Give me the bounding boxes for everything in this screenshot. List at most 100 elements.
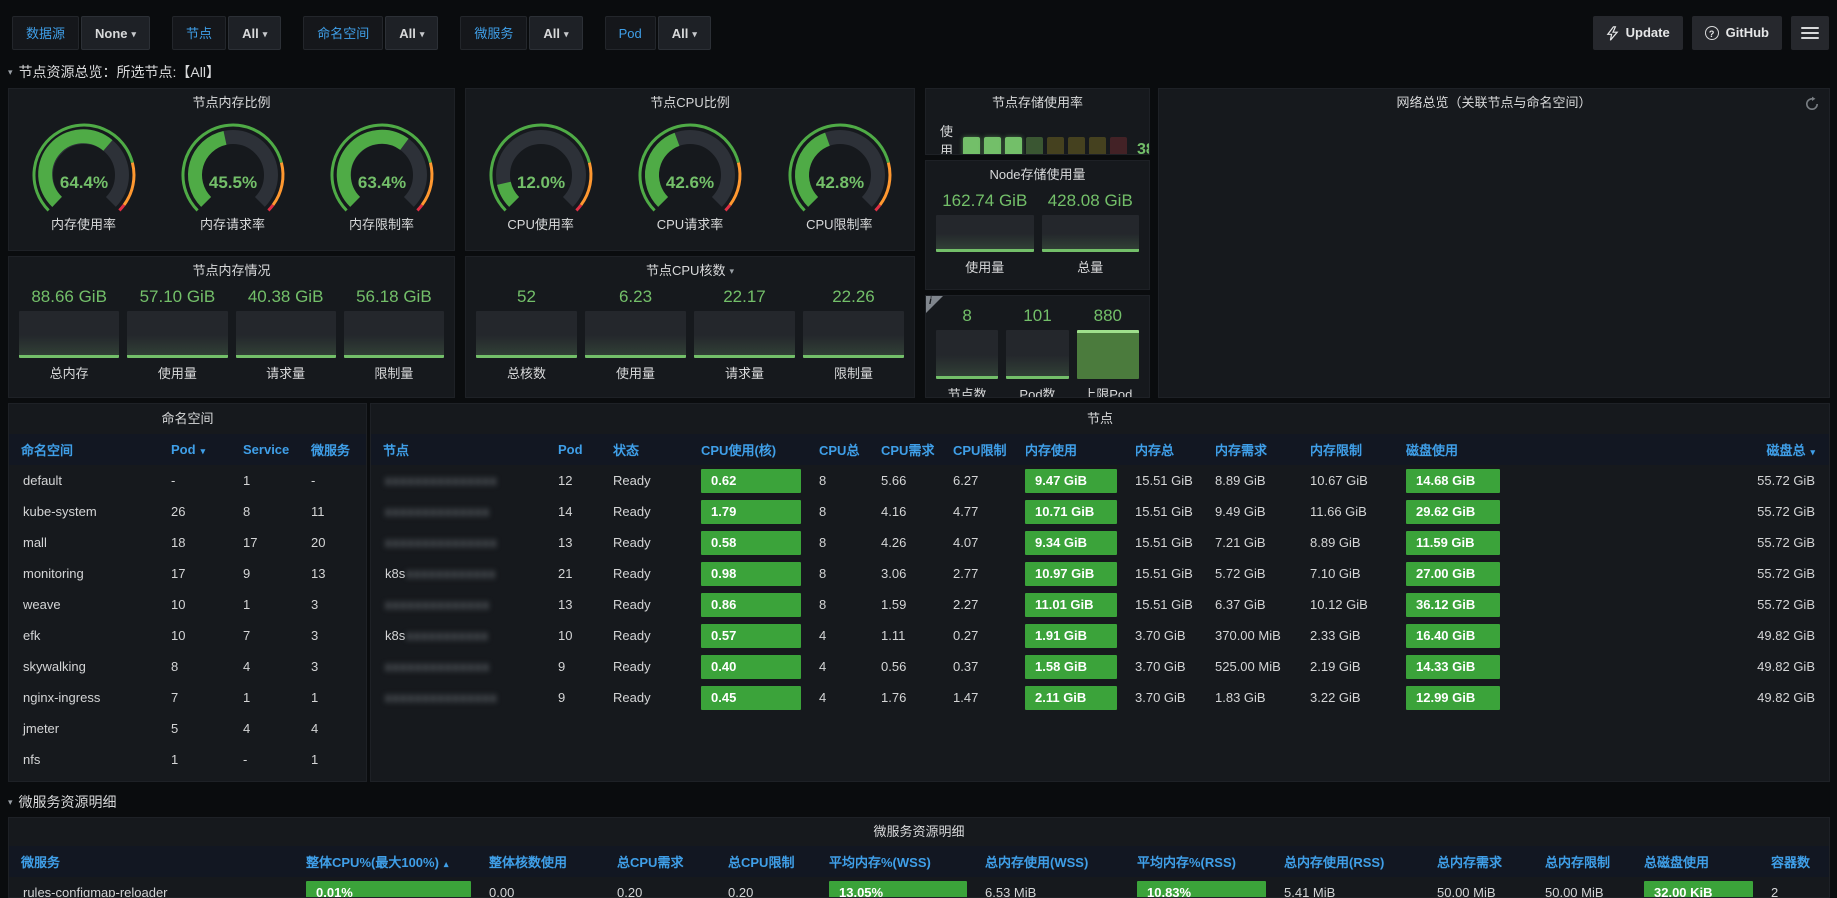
table-row: weave1013 xyxy=(9,589,366,620)
panel-node-table: 节点 节点Pod状态CPU使用(核)CPU总CPU需求CPU限制内存使用内存总内… xyxy=(370,403,1830,782)
filter-value-dropdown[interactable]: All▾ xyxy=(385,16,438,50)
section-node-overview[interactable]: ▾ 节点资源总览：所选节点:【All】 xyxy=(8,61,220,83)
column-header-label: 总内存使用(WSS) xyxy=(985,855,1088,870)
panel-title[interactable]: Node存储使用量 xyxy=(926,161,1149,189)
column-header[interactable]: 节点 xyxy=(371,434,546,465)
table-cell: 50.00 MiB xyxy=(1533,877,1632,898)
stat: 57.10 GiB使用量 xyxy=(127,287,227,382)
column-header[interactable]: 磁盘总▾ xyxy=(1506,434,1829,465)
column-header[interactable]: CPU总 xyxy=(807,434,869,465)
update-button[interactable]: Update xyxy=(1593,16,1683,50)
panel-title[interactable]: 节点CPU核数▾ xyxy=(466,257,914,285)
stat-bar xyxy=(19,311,119,358)
column-header[interactable]: Service xyxy=(231,434,299,465)
node-name-cell: xxxxxxxxxxxxxxx xyxy=(371,682,546,713)
table-cell: default xyxy=(9,465,159,496)
table-cell: 17 xyxy=(231,527,299,558)
node-name-blurred: xxxxxxxxxxxx xyxy=(406,566,496,581)
column-header[interactable]: CPU限制 xyxy=(941,434,1013,465)
node-table: 节点Pod状态CPU使用(核)CPU总CPU需求 CPU限制内存使用内存总内存需求… xyxy=(371,434,1829,713)
filter-value-dropdown[interactable]: All▾ xyxy=(529,16,582,50)
table-row: default-1- xyxy=(9,465,366,496)
filter-value-dropdown[interactable]: None▾ xyxy=(81,16,150,50)
column-header[interactable]: 总内存使用(RSS) xyxy=(1272,846,1425,877)
stat-label: 总量 xyxy=(1042,257,1140,276)
column-header[interactable]: 总CPU限制 xyxy=(716,846,817,877)
column-header-label: 内存需求 xyxy=(1215,443,1267,458)
table-cell: 10.67 GiB xyxy=(1298,465,1394,496)
column-header[interactable]: 总磁盘使用 xyxy=(1632,846,1759,877)
panel-title[interactable]: 节点CPU比例 xyxy=(466,89,914,117)
table-cell: 55.72 GiB xyxy=(1506,465,1829,496)
column-header[interactable]: 状态 xyxy=(601,434,689,465)
column-header[interactable]: 整体CPU%(最大100%)▴ xyxy=(294,846,477,877)
column-header-label: 总磁盘使用 xyxy=(1644,855,1709,870)
refresh-icon[interactable] xyxy=(1804,96,1820,112)
filter-label[interactable]: 微服务 xyxy=(460,16,527,50)
panel-info-corner-icon[interactable]: i xyxy=(926,296,943,313)
column-header[interactable]: 总内存使用(WSS) xyxy=(973,846,1125,877)
panel-title[interactable]: 节点 xyxy=(371,404,1829,434)
table-cell: 1 xyxy=(231,589,299,620)
column-header[interactable]: 整体核数使用 xyxy=(477,846,605,877)
column-header-label: CPU限制 xyxy=(953,443,1006,458)
filter-value-dropdown[interactable]: All▾ xyxy=(658,16,711,50)
panel-title[interactable]: 命名空间 xyxy=(9,404,366,434)
green-value-cell: 0.45 xyxy=(701,686,801,710)
column-header[interactable]: 总内存限制 xyxy=(1533,846,1632,877)
filter-value-dropdown[interactable]: All▾ xyxy=(228,16,281,50)
stat-value: 22.26 xyxy=(803,287,904,307)
column-header-label: 平均内存%(RSS) xyxy=(1137,855,1236,870)
panel-title[interactable]: 微服务资源明细 xyxy=(9,818,1829,846)
table-cell: 26 xyxy=(159,496,231,527)
stat: 22.26限制量 xyxy=(803,287,904,382)
panel-title[interactable]: 节点内存比例 xyxy=(9,89,454,117)
table-cell: rules-configmap-reloader xyxy=(9,877,294,898)
table-cell: Ready xyxy=(601,527,689,558)
column-header[interactable]: 容器数 xyxy=(1759,846,1829,877)
panel-title[interactable]: 节点存储使用率 xyxy=(926,89,1149,117)
dashboard-toolbar: 数据源None▾节点All▾命名空间All▾微服务All▾PodAll▾ Upd… xyxy=(12,14,1829,52)
stat-bar xyxy=(236,311,336,358)
column-header[interactable]: 平均内存%(RSS) xyxy=(1125,846,1272,877)
filter-label[interactable]: Pod xyxy=(605,16,656,50)
column-header[interactable]: 内存总 xyxy=(1123,434,1203,465)
table-cell: 1.83 GiB xyxy=(1203,682,1298,713)
table-cell: 9 xyxy=(546,682,601,713)
panel-title[interactable]: 网络总览（关联节点与命名空间） xyxy=(1159,89,1829,117)
column-header[interactable]: 平均内存%(WSS) xyxy=(817,846,973,877)
column-header-label: 磁盘总 xyxy=(1766,443,1805,458)
table-row: skywalking843 xyxy=(9,651,366,682)
column-header[interactable]: Pod xyxy=(546,434,601,465)
table-row: rules-configmap-reloader0.01%0.000.200.2… xyxy=(9,877,1829,898)
column-header[interactable]: CPU需求 xyxy=(869,434,941,465)
table-cell: 6.53 MiB xyxy=(973,877,1125,898)
panel-title[interactable]: 节点内存情况 xyxy=(9,257,454,285)
stat: 88.66 GiB总内存 xyxy=(19,287,119,382)
table-cell: 6.27 xyxy=(941,465,1013,496)
column-header[interactable]: 总CPU需求 xyxy=(605,846,716,877)
table-cell: 55.72 GiB xyxy=(1506,496,1829,527)
toolbar-actions: Update GitHub xyxy=(1593,16,1829,50)
column-header[interactable]: CPU使用(核) xyxy=(689,434,807,465)
filter-label[interactable]: 节点 xyxy=(172,16,226,50)
column-header[interactable]: 命名空间 xyxy=(9,434,159,465)
column-header[interactable]: 磁盘使用 xyxy=(1394,434,1506,465)
filter-label[interactable]: 数据源 xyxy=(12,16,79,50)
menu-button[interactable] xyxy=(1791,16,1829,50)
section-microservice-detail[interactable]: ▾ 微服务资源明细 xyxy=(8,791,117,813)
column-header[interactable]: 内存需求 xyxy=(1203,434,1298,465)
column-header[interactable]: 内存使用 xyxy=(1013,434,1123,465)
column-header[interactable]: Pod▾ xyxy=(159,434,231,465)
table-cell: 1 xyxy=(231,682,299,713)
column-header[interactable]: 微服务 xyxy=(299,434,366,465)
column-header[interactable]: 内存限制 xyxy=(1298,434,1394,465)
column-header[interactable]: 微服务 xyxy=(9,846,294,877)
stat-bar xyxy=(694,311,795,358)
column-header[interactable]: 总内存需求 xyxy=(1425,846,1533,877)
gauge: 42.8% CPU限制率 xyxy=(765,117,914,233)
table-cell: 10 xyxy=(546,620,601,651)
github-button[interactable]: GitHub xyxy=(1692,16,1782,50)
filter-label[interactable]: 命名空间 xyxy=(303,16,383,50)
table-cell: nginx-ingress xyxy=(9,682,159,713)
